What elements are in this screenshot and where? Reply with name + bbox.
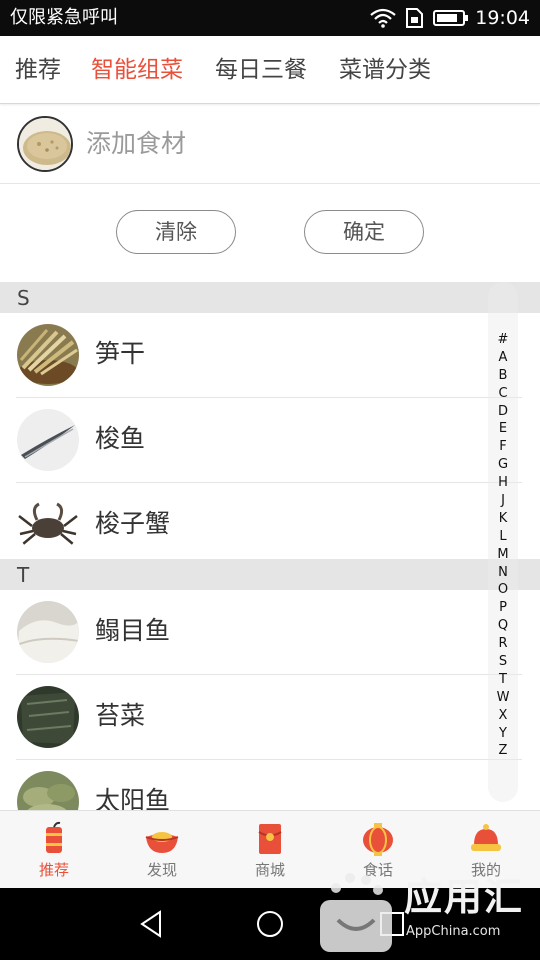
- section-header-t: T: [0, 559, 540, 590]
- item-name: 梭鱼: [95, 424, 146, 453]
- list-item[interactable]: 梭鱼: [0, 398, 540, 483]
- index-letter[interactable]: A: [488, 349, 518, 367]
- item-name: 苔菜: [95, 701, 146, 730]
- lantern-icon: [363, 823, 393, 856]
- home-icon[interactable]: [254, 908, 286, 940]
- index-letter[interactable]: N: [488, 564, 518, 582]
- gold-ingot-icon: [145, 832, 179, 853]
- watermark-url: AppChina.com: [406, 924, 501, 939]
- confirm-button[interactable]: 确定: [304, 210, 424, 254]
- watermark-brand: 应用汇: [404, 875, 525, 919]
- swimming-crab-image: [17, 494, 79, 556]
- barracuda-image: [17, 409, 79, 471]
- nav-discover[interactable]: 发现: [108, 811, 216, 889]
- bamboo-shoot-image: [17, 324, 79, 386]
- sole-fish-image: [17, 601, 79, 663]
- nav-label: 推荐: [38, 861, 69, 879]
- section-letter: S: [17, 286, 30, 310]
- nav-label: 发现: [146, 861, 177, 879]
- index-letter[interactable]: #: [488, 331, 518, 349]
- index-letter[interactable]: P: [488, 599, 518, 617]
- index-letter[interactable]: Q: [488, 617, 518, 635]
- carrier-text: 仅限紧急呼叫: [10, 7, 118, 28]
- index-letter[interactable]: Z: [488, 742, 518, 760]
- index-letter[interactable]: X: [488, 707, 518, 725]
- red-envelope-icon: [258, 824, 282, 854]
- index-letter[interactable]: D: [488, 403, 518, 421]
- tab-recommend[interactable]: 推荐: [15, 53, 61, 87]
- list-item[interactable]: 笋干: [0, 313, 540, 398]
- section-header-s: S: [0, 282, 540, 313]
- battery-icon: [433, 10, 469, 26]
- top-tab-bar: 推荐 智能组菜 每日三餐 菜谱分类: [0, 36, 540, 104]
- index-letter[interactable]: T: [488, 671, 518, 689]
- item-name: 太阳鱼: [95, 786, 171, 810]
- back-icon[interactable]: [136, 908, 168, 940]
- item-name: 梭子蟹: [95, 509, 171, 538]
- status-bar: 仅限紧急呼叫 19:04: [0, 0, 540, 36]
- list-item[interactable]: 太阳鱼: [0, 760, 540, 810]
- alphabet-index[interactable]: # A B C D E F G H J K L M N O P Q R S T W X Y Z: [488, 331, 518, 760]
- section-letter: T: [17, 563, 30, 587]
- ingredient-bowl-image: [17, 116, 73, 172]
- hat-icon: [471, 824, 501, 851]
- item-name: 鳎目鱼: [95, 616, 171, 645]
- list-item[interactable]: 鳎目鱼: [0, 590, 540, 675]
- clock: 19:04: [475, 7, 530, 29]
- tab-smart-combo[interactable]: 智能组菜: [91, 53, 183, 87]
- sunfish-image: [17, 771, 79, 810]
- index-letter[interactable]: H: [488, 474, 518, 492]
- ingredient-list: S 笋干 梭鱼 梭子蟹 T 鳎目鱼 苔菜 太阳鱼: [0, 282, 540, 810]
- appchina-watermark: 应用汇 AppChina.com: [312, 858, 534, 954]
- index-letter[interactable]: L: [488, 528, 518, 546]
- wifi-icon: [370, 8, 396, 28]
- index-letter[interactable]: G: [488, 456, 518, 474]
- list-item[interactable]: 苔菜: [0, 675, 540, 760]
- index-letter[interactable]: Y: [488, 725, 518, 743]
- index-letter[interactable]: M: [488, 546, 518, 564]
- clear-button[interactable]: 清除: [116, 210, 236, 254]
- nav-label: 商城: [254, 861, 285, 879]
- nav-mall[interactable]: 商城: [216, 811, 324, 889]
- index-letter[interactable]: W: [488, 689, 518, 707]
- index-letter[interactable]: J: [488, 492, 518, 510]
- status-icons: 19:04: [369, 6, 530, 30]
- index-letter[interactable]: B: [488, 367, 518, 385]
- index-letter[interactable]: K: [488, 510, 518, 528]
- index-letter[interactable]: S: [488, 653, 518, 671]
- sim-card-icon: [406, 8, 424, 28]
- add-ingredient-placeholder: 添加食材: [86, 129, 187, 158]
- seaweed-image: [17, 686, 79, 748]
- appchina-logo-icon: [320, 873, 392, 952]
- index-letter[interactable]: F: [488, 438, 518, 456]
- index-letter[interactable]: E: [488, 420, 518, 438]
- tab-recipe-categories[interactable]: 菜谱分类: [339, 53, 431, 87]
- firecracker-icon: [46, 821, 62, 853]
- item-name: 笋干: [95, 339, 146, 368]
- tab-daily-meals[interactable]: 每日三餐: [215, 53, 307, 87]
- nav-recommend[interactable]: 推荐: [0, 811, 108, 889]
- index-letter[interactable]: O: [488, 581, 518, 599]
- index-letter[interactable]: C: [488, 385, 518, 403]
- add-ingredient-row[interactable]: 添加食材: [0, 104, 540, 184]
- index-letter[interactable]: R: [488, 635, 518, 653]
- list-item[interactable]: 梭子蟹: [0, 483, 540, 568]
